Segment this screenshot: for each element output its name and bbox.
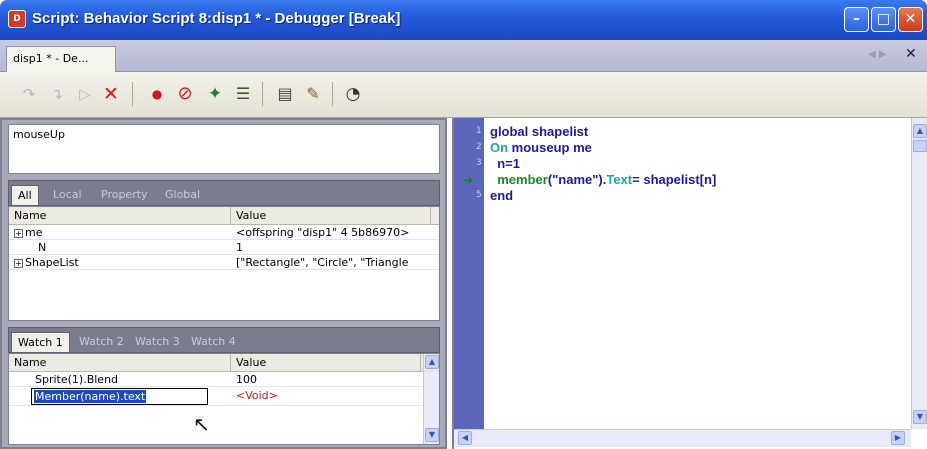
column-header-value[interactable]: Value	[231, 207, 431, 224]
code-line: On mouseup me	[490, 140, 592, 155]
maximize-button[interactable]: □	[871, 7, 896, 32]
variable-name: ShapeList	[25, 256, 79, 269]
watch-vertical-scrollbar[interactable]: ▲ ▼	[423, 354, 439, 444]
scroll-right-icon[interactable]: ▶	[891, 431, 905, 445]
watch-tabstrip: Watch 1 Watch 2 Watch 3 Watch 4	[8, 327, 440, 353]
scroll-down-icon[interactable]: ▼	[425, 428, 439, 442]
call-stack-icon[interactable]: ☰	[232, 83, 254, 105]
minimize-button[interactable]: –	[844, 7, 869, 32]
selected-text: Member(name).text	[34, 390, 147, 403]
run-icon[interactable]: ▷	[74, 83, 96, 105]
variables-table: Name Value + me <offspring "disp1" 4 5b86…	[8, 206, 440, 321]
variable-name: N	[38, 241, 47, 254]
toolbar-separator	[262, 82, 263, 106]
inspector-icon[interactable]: ▤	[274, 83, 296, 105]
code-line-current: member("name").Text= shapelist[n]	[490, 172, 717, 187]
debugger-left-pane: mouseUp All Local Property Global Name V…	[0, 118, 447, 449]
title-bar[interactable]: D Script: Behavior Script 8:disp1 * - De…	[0, 0, 927, 40]
line-number: 3	[476, 158, 482, 168]
breakpoint-icon[interactable]: ●	[146, 83, 168, 105]
watch-value: 100	[236, 373, 257, 386]
close-window-button[interactable]: ✕	[898, 7, 923, 32]
mouse-cursor-icon: ↖	[193, 412, 210, 436]
line-number-gutter[interactable]: 1 2 3 ➔ 5	[454, 118, 484, 429]
variables-tabstrip: All Local Property Global	[8, 180, 440, 206]
script-code[interactable]: global shapelist On mouseup me n=1 membe…	[490, 124, 716, 204]
watch-table: Name Value Sprite(1).Blend 100 Member(na…	[8, 353, 440, 445]
step-into-icon[interactable]: ↴	[46, 83, 68, 105]
scroll-up-icon[interactable]: ▲	[913, 124, 927, 138]
scroll-up-icon[interactable]: ▲	[425, 355, 439, 369]
line-number: 5	[476, 190, 482, 200]
script-editor-pane[interactable]: 1 2 3 ➔ 5 global shapelist On mouseup me…	[452, 118, 927, 449]
table-row[interactable]: N 1	[9, 240, 439, 255]
watch-expression-icon[interactable]: ✦	[204, 83, 226, 105]
code-line: global shapelist	[490, 124, 589, 139]
table-row[interactable]: + ShapeList ["Rectangle", "Circle", "Tria…	[9, 255, 439, 270]
editor-vertical-scrollbar[interactable]: ▲ ▼	[911, 118, 927, 429]
script-browse-icon[interactable]: ✎	[302, 83, 324, 105]
watch-expression: Sprite(1).Blend	[35, 373, 119, 386]
tab-property[interactable]: Property	[95, 185, 154, 205]
column-header-value[interactable]: Value	[231, 354, 421, 371]
toolbar-separator	[332, 82, 333, 106]
call-stack-item[interactable]: mouseUp	[13, 128, 435, 141]
step-over-icon[interactable]: ↷	[18, 83, 40, 105]
document-tab-bar: disp1 * - De... ◀ ▶ ✕	[0, 40, 927, 72]
expand-icon[interactable]: +	[14, 258, 23, 268]
variable-value: 1	[236, 241, 243, 254]
watch-value: <Void>	[236, 389, 278, 402]
tab-script-document[interactable]: disp1 * - De...	[6, 46, 116, 72]
line-number: 2	[476, 142, 482, 152]
tab-local[interactable]: Local	[47, 185, 88, 205]
close-tab-icon[interactable]: ✕	[905, 46, 917, 62]
tab-global[interactable]: Global	[159, 185, 206, 205]
clear-breakpoints-icon[interactable]: ⊘	[174, 83, 196, 105]
table-row[interactable]: Member(name).text <Void>	[9, 387, 439, 406]
table-row[interactable]: Sprite(1).Blend 100	[9, 372, 439, 387]
tab-all[interactable]: All	[11, 185, 39, 205]
tab-nav-arrows-icon[interactable]: ◀ ▶	[868, 49, 887, 60]
watch-header: Name Value	[9, 354, 439, 372]
debugger-toolbar: ↷ ↴ ▷ ✕ ● ⊘ ✦ ☰ ▤ ✎ ◔	[0, 72, 927, 118]
variable-value: ["Rectangle", "Circle", "Triangle	[236, 256, 409, 269]
code-line: n=1	[490, 156, 520, 171]
variable-name: me	[25, 226, 43, 239]
window-title: Script: Behavior Script 8:disp1 * - Debu…	[32, 10, 401, 27]
variables-header: Name Value	[9, 207, 439, 225]
column-header-name[interactable]: Name	[9, 207, 231, 224]
editor-horizontal-scrollbar[interactable]: ◀ ▶	[454, 429, 911, 447]
tab-watch-1[interactable]: Watch 1	[11, 332, 70, 352]
watch-edit-field[interactable]: Member(name).text	[31, 388, 208, 405]
scroll-down-icon[interactable]: ▼	[913, 410, 927, 424]
table-row[interactable]: + me <offspring "disp1" 4 5b86970>	[9, 225, 439, 240]
toolbar-separator	[132, 82, 133, 106]
column-header-name[interactable]: Name	[9, 354, 231, 371]
code-line: end	[490, 188, 514, 203]
call-stack-list[interactable]: mouseUp	[8, 124, 440, 174]
variable-value: <offspring "disp1" 4 5b86970>	[236, 226, 410, 239]
stop-debugging-icon[interactable]: ✕	[100, 83, 122, 105]
help-icon[interactable]: ◔	[342, 83, 364, 105]
tab-watch-2[interactable]: Watch 2	[73, 332, 130, 352]
tab-watch-3[interactable]: Watch 3	[129, 332, 186, 352]
scroll-left-icon[interactable]: ◀	[458, 431, 472, 445]
expand-icon[interactable]: +	[14, 228, 23, 238]
tab-watch-4[interactable]: Watch 4	[185, 332, 242, 352]
director-app-icon: D	[8, 10, 26, 28]
scroll-thumb[interactable]	[913, 140, 927, 152]
current-line-arrow-icon: ➔	[463, 173, 474, 187]
line-number: 1	[476, 126, 482, 136]
